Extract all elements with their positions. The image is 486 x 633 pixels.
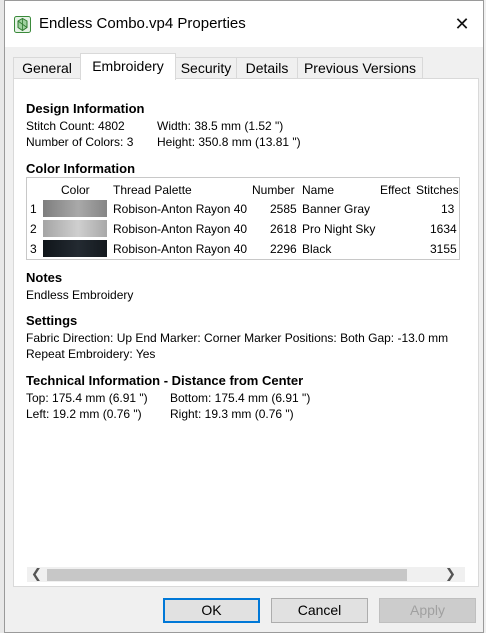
technical-info-heading: Technical Information - Distance from Ce…	[26, 373, 304, 388]
tab-strip: General Embroidery Security Details Prev…	[13, 53, 483, 80]
number-of-colors: Number of Colors: 3	[26, 135, 134, 149]
thread-number: 2618	[270, 222, 297, 236]
settings-line-1: Fabric Direction: Up End Marker: Corner …	[26, 331, 449, 345]
column-header-name[interactable]: Name	[302, 183, 334, 197]
tab-general[interactable]: General	[13, 57, 81, 79]
tab-previous-versions[interactable]: Previous Versions	[297, 57, 423, 79]
stitches-value: 3155	[430, 242, 457, 256]
tab-security[interactable]: Security	[175, 57, 237, 79]
settings-line-2: Repeat Embroidery: Yes	[26, 347, 156, 361]
color-swatch	[43, 220, 107, 237]
row-index: 1	[30, 202, 37, 216]
scrollbar-thumb[interactable]	[47, 569, 407, 581]
thread-number: 2585	[270, 202, 297, 216]
tab-embroidery[interactable]: Embroidery	[80, 53, 176, 80]
close-icon: ✕	[454, 13, 470, 34]
cancel-button[interactable]: Cancel	[271, 598, 368, 623]
apply-button[interactable]: Apply	[379, 598, 476, 623]
stitches-value: 13	[441, 202, 455, 216]
row-index: 2	[30, 222, 37, 236]
thread-palette: Robison-Anton Rayon 40	[113, 202, 248, 216]
title-bar: Endless Combo.vp4 Properties ✕	[5, 1, 483, 47]
color-swatch	[43, 200, 107, 217]
settings-heading: Settings	[26, 313, 78, 328]
table-row[interactable]: 3 Robison-Anton Rayon 40 2296 Black 3155…	[27, 239, 459, 259]
design-info-heading: Design Information	[26, 101, 145, 116]
column-header-color[interactable]: Color	[61, 183, 90, 197]
table-row[interactable]: 1 Robison-Anton Rayon 40 2585 Banner Gra…	[27, 199, 459, 219]
window-title: Endless Combo.vp4 Properties	[39, 15, 246, 32]
column-header-stitches[interactable]: Stitches	[416, 183, 459, 197]
column-header-thread-palette[interactable]: Thread Palette	[113, 183, 192, 197]
close-button[interactable]: ✕	[441, 7, 483, 41]
design-height: Height: 350.8 mm (13.81 ")	[157, 135, 301, 149]
distance-top: Top: 175.4 mm (6.91 ")	[26, 391, 148, 405]
embroidery-panel: Design Information Stitch Count: 4802 Nu…	[13, 78, 479, 587]
horizontal-scrollbar[interactable]: ❮ ❯	[27, 566, 465, 582]
ok-button[interactable]: OK	[163, 598, 260, 623]
thread-name: Pro Night Sky	[302, 222, 376, 236]
color-table: Color Thread Palette Number Name Effect …	[26, 177, 460, 260]
thread-name: Banner Gray	[302, 202, 371, 216]
distance-bottom: Bottom: 175.4 mm (6.91 ")	[170, 391, 311, 405]
color-swatch	[43, 240, 107, 257]
column-header-number[interactable]: Number	[252, 183, 295, 197]
notes-text: Endless Embroidery	[26, 288, 134, 302]
notes-heading: Notes	[26, 270, 63, 285]
scroll-left-icon[interactable]: ❮	[31, 566, 42, 582]
color-info-heading: Color Information	[26, 161, 136, 176]
design-width: Width: 38.5 mm (1.52 ")	[157, 119, 284, 133]
scroll-right-icon[interactable]: ❯	[445, 566, 456, 582]
row-index: 3	[30, 242, 37, 256]
stitch-count: Stitch Count: 4802	[26, 119, 125, 133]
column-header-effect[interactable]: Effect	[380, 183, 410, 197]
embroidery-file-icon	[14, 16, 31, 33]
stitches-value: 1634	[430, 222, 457, 236]
thread-name: Black	[302, 242, 332, 256]
properties-dialog: Endless Combo.vp4 Properties ✕ General E…	[4, 0, 484, 633]
thread-palette: Robison-Anton Rayon 40	[113, 222, 248, 236]
tab-details[interactable]: Details	[236, 57, 298, 79]
thread-number: 2296	[270, 242, 297, 256]
thread-palette: Robison-Anton Rayon 40	[113, 242, 248, 256]
table-row[interactable]: 2 Robison-Anton Rayon 40 2618 Pro Night …	[27, 219, 459, 239]
distance-left: Left: 19.2 mm (0.76 ")	[26, 407, 142, 421]
distance-right: Right: 19.3 mm (0.76 ")	[170, 407, 294, 421]
